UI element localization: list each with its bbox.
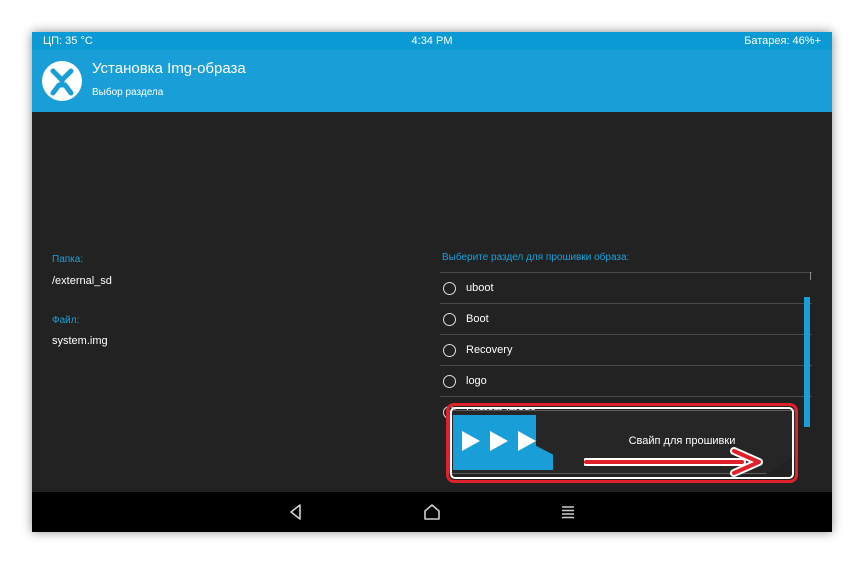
radio-button[interactable]	[443, 281, 456, 295]
annotation-arrow-icon	[584, 447, 763, 477]
partition-label: Recovery	[466, 344, 513, 356]
partition-option-logo[interactable]: logo	[440, 366, 812, 397]
app-header: Установка Img-образа Выбор раздела	[32, 50, 832, 112]
menu-icon[interactable]	[558, 502, 578, 522]
file-label: Файл:	[52, 315, 80, 326]
status-bar: ЦП: 35 °C 4:34 PM Батарея: 46%+	[32, 32, 832, 50]
partition-label: uboot	[466, 282, 494, 294]
partition-list-header: Выберите раздел для прошивки образа:	[442, 252, 630, 263]
radio-button[interactable]	[443, 374, 456, 388]
partition-option-uboot[interactable]: uboot	[440, 273, 812, 304]
page-title: Установка Img-образа	[92, 60, 246, 77]
folder-label: Папка:	[52, 254, 84, 265]
device-screen: ЦП: 35 °C 4:34 PM Батарея: 46%+ Установк…	[32, 32, 832, 532]
battery-status: Батарея: 46%+	[744, 35, 821, 47]
partition-list[interactable]: uboot Boot Recovery logo System Image	[440, 272, 812, 421]
twrp-logo-icon	[42, 61, 82, 101]
partition-option-boot[interactable]: Boot	[440, 304, 812, 335]
navigation-bar	[32, 492, 832, 532]
home-icon[interactable]	[422, 502, 442, 522]
radio-button[interactable]	[443, 312, 456, 326]
radio-button[interactable]	[443, 343, 456, 357]
list-edge	[810, 272, 811, 280]
page-subtitle: Выбор раздела	[92, 87, 164, 98]
partition-option-recovery[interactable]: Recovery	[440, 335, 812, 366]
back-triangle-icon[interactable]	[286, 502, 306, 522]
file-value: system.img	[52, 335, 108, 347]
partition-label: logo	[466, 375, 487, 387]
folder-value: /external_sd	[52, 275, 112, 287]
list-scrollbar[interactable]	[804, 297, 810, 427]
clock: 4:34 PM	[411, 35, 453, 47]
partition-label: Boot	[466, 313, 489, 325]
